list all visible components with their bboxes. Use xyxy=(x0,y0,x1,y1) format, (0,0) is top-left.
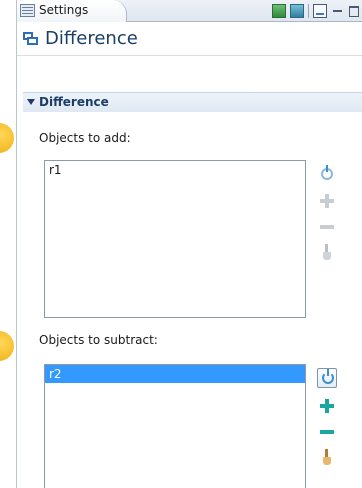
clear-selection-icon xyxy=(323,449,331,465)
clear-selection-icon xyxy=(323,244,331,260)
activate-selection-button-subtract[interactable] xyxy=(317,368,337,388)
activate-selection-icon xyxy=(322,369,334,384)
activate-selection-button-add[interactable] xyxy=(317,165,337,185)
tab-strip: Settings xyxy=(17,0,362,22)
section-header-difference[interactable]: Difference xyxy=(23,92,362,112)
objects-to-subtract-list[interactable]: r2 xyxy=(44,364,306,488)
minimize-icon[interactable] xyxy=(331,4,345,18)
teal-window-icon[interactable] xyxy=(290,4,304,18)
objects-to-add-list[interactable]: r1 xyxy=(44,160,306,318)
add-button-add[interactable] xyxy=(317,191,337,211)
window-toolbar xyxy=(272,3,359,19)
maximize-icon[interactable] xyxy=(349,5,359,17)
section-title: Difference xyxy=(39,95,109,109)
add-icon xyxy=(320,399,334,413)
clear-selection-button-add[interactable] xyxy=(317,242,337,262)
callout-marker-1 xyxy=(0,123,14,153)
add-icon xyxy=(320,194,334,208)
help-window-icon[interactable] xyxy=(313,4,327,18)
callout-marker-2 xyxy=(0,331,14,361)
remove-icon xyxy=(320,225,334,229)
clear-selection-button-subtract[interactable] xyxy=(317,447,337,467)
activate-selection-icon xyxy=(321,165,333,180)
page-title: Difference xyxy=(45,28,138,49)
objects-to-subtract-label: Objects to subtract: xyxy=(39,333,158,347)
list-item[interactable]: r2 xyxy=(45,365,305,383)
remove-button-subtract[interactable] xyxy=(317,422,337,442)
settings-icon xyxy=(20,4,35,17)
settings-panel: Settings Difference Difference Objects t… xyxy=(16,0,362,488)
list-item[interactable]: r1 xyxy=(45,161,305,179)
remove-icon xyxy=(320,430,334,434)
chevron-down-icon xyxy=(27,99,35,105)
add-button-subtract[interactable] xyxy=(317,396,337,416)
toolbar-separator xyxy=(308,4,309,18)
objects-to-add-label: Objects to add: xyxy=(39,131,131,145)
difference-icon xyxy=(23,32,39,46)
remove-button-add[interactable] xyxy=(317,217,337,237)
tab-settings[interactable]: Settings xyxy=(17,0,127,22)
page-header: Difference xyxy=(17,22,362,56)
tab-settings-label: Settings xyxy=(39,3,89,17)
green-window-icon[interactable] xyxy=(272,4,286,18)
